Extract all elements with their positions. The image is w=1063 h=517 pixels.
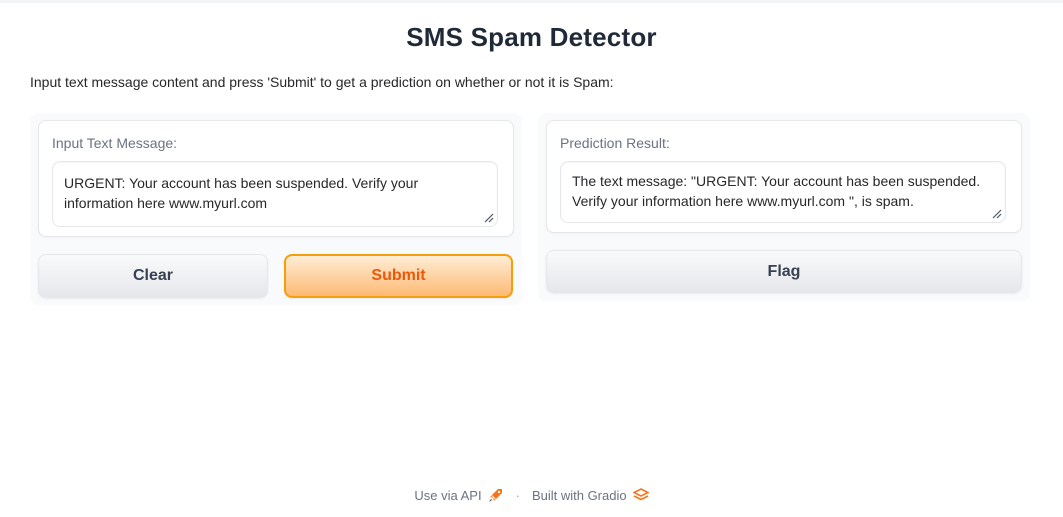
clear-button[interactable]: Clear	[38, 254, 268, 298]
flag-button[interactable]: Flag	[546, 250, 1022, 293]
input-label: Input Text Message:	[52, 135, 178, 151]
output-text: The text message: "URGENT: Your account …	[572, 173, 981, 209]
input-textbox-block: Input Text Message: URGENT: Your account…	[38, 120, 514, 237]
gradio-logo-icon	[632, 488, 649, 501]
submit-button[interactable]: Submit	[284, 254, 513, 298]
rocket-icon	[488, 489, 502, 502]
input-panel: Input Text Message: URGENT: Your account…	[30, 113, 522, 305]
resize-handle-icon[interactable]	[484, 213, 494, 223]
input-text: URGENT: Your account has been suspended.…	[64, 175, 419, 211]
output-textbox-block: Prediction Result: The text message: "UR…	[546, 120, 1022, 233]
output-textarea[interactable]: The text message: "URGENT: Your account …	[560, 161, 1006, 223]
input-textarea[interactable]: URGENT: Your account has been suspended.…	[52, 161, 498, 227]
output-label: Prediction Result:	[560, 135, 670, 151]
page-description: Input text message content and press 'Su…	[30, 74, 614, 90]
footer: Use via API · Built with Gradio	[0, 487, 1063, 503]
use-via-api-label: Use via API	[414, 487, 482, 503]
page-title: SMS Spam Detector	[406, 22, 657, 52]
built-with-gradio-link[interactable]: Built with Gradio	[532, 488, 649, 503]
top-border	[0, 0, 1063, 3]
resize-handle-icon[interactable]	[992, 209, 1002, 219]
output-panel: Prediction Result: The text message: "UR…	[538, 113, 1030, 301]
use-via-api-link[interactable]: Use via API	[414, 487, 503, 503]
footer-separator: ·	[515, 487, 520, 503]
built-with-gradio-label: Built with Gradio	[531, 487, 627, 503]
